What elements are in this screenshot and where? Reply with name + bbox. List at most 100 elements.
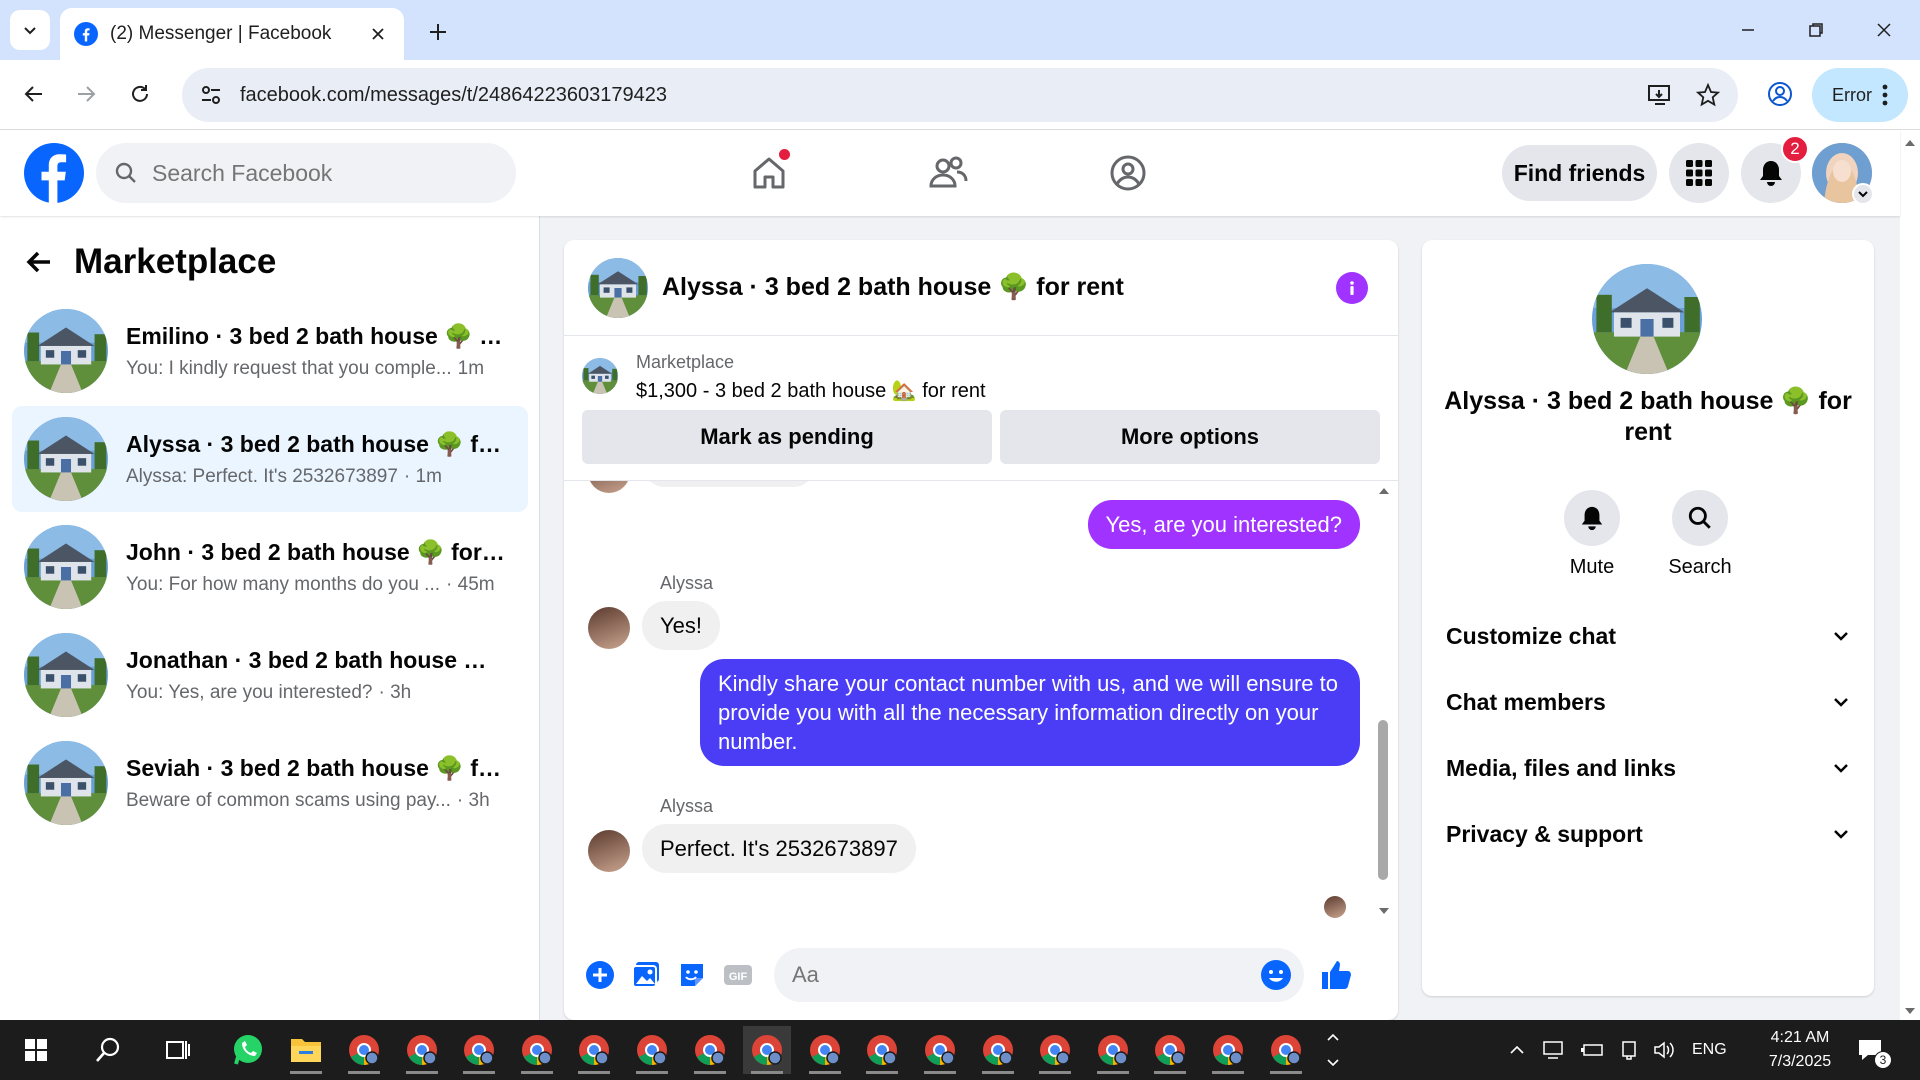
network-icon[interactable] xyxy=(1618,1020,1640,1080)
site-info-icon[interactable] xyxy=(196,80,226,110)
profile-button[interactable] xyxy=(1760,74,1800,114)
taskbar-chrome-window[interactable] xyxy=(743,1026,792,1074)
reload-button[interactable] xyxy=(120,74,160,114)
nav-home[interactable] xyxy=(709,143,829,203)
listing-description[interactable]: $1,300 - 3 bed 2 bath house 🏡 for rent xyxy=(636,378,986,403)
show-hidden-icons[interactable] xyxy=(1508,1020,1526,1080)
section-customize-chat[interactable]: Customize chat xyxy=(1446,610,1850,662)
thumbs-up-icon[interactable] xyxy=(1316,955,1356,995)
taskbar-chrome-window[interactable] xyxy=(916,1026,964,1074)
listing-thumbnail[interactable] xyxy=(582,358,618,394)
listing-avatar xyxy=(24,417,108,501)
taskbar-chrome-window[interactable] xyxy=(1146,1026,1194,1074)
volume-icon[interactable] xyxy=(1652,1020,1676,1080)
restore-button[interactable] xyxy=(1786,10,1846,50)
conversation-item-alyssa[interactable]: Alyssa · 3 bed 2 bath house 🌳 for ... Al… xyxy=(12,406,528,512)
install-app-icon[interactable] xyxy=(1642,77,1678,113)
nav-gaming[interactable] xyxy=(1068,143,1188,203)
taskbar-chrome-window[interactable] xyxy=(858,1026,906,1074)
plus-circle-icon[interactable] xyxy=(580,955,620,995)
action-center-button[interactable]: 3 xyxy=(1856,1020,1892,1080)
emoji-icon[interactable] xyxy=(1260,959,1292,991)
task-view-button[interactable] xyxy=(154,1026,202,1074)
tab-search-button[interactable] xyxy=(10,10,50,50)
conversation-item-jonathan[interactable]: Jonathan · 3 bed 2 bath house 🌳 ... You:… xyxy=(12,622,528,728)
back-arrow-icon[interactable] xyxy=(24,247,54,277)
nav-friends[interactable] xyxy=(888,143,1008,203)
taskbar-clock[interactable]: 4:21 AM 7/3/2025 xyxy=(1740,1026,1860,1074)
facebook-logo-icon[interactable] xyxy=(24,143,84,203)
conversation-preview: Beware of common scams using pay... xyxy=(126,789,451,811)
url-text[interactable]: facebook.com/messages/t/2486422360317942… xyxy=(240,84,1642,107)
marketplace-listing-banner: Marketplace $1,300 - 3 bed 2 bath house … xyxy=(564,336,1398,481)
forward-button[interactable] xyxy=(66,74,106,114)
sticker-icon[interactable] xyxy=(672,955,712,995)
running-indicator xyxy=(1212,1071,1244,1074)
taskbar-chrome-window[interactable] xyxy=(1031,1026,1079,1074)
facebook-search-input[interactable] xyxy=(152,159,492,187)
message-input-box[interactable] xyxy=(774,948,1304,1002)
close-window-button[interactable] xyxy=(1854,10,1914,50)
menu-button[interactable] xyxy=(1669,143,1729,203)
chat-header[interactable]: Alyssa · 3 bed 2 bath house 🌳 for rent xyxy=(564,240,1398,336)
bell-icon[interactable] xyxy=(1564,490,1620,546)
message-outgoing-2: Kindly share your contact number with us… xyxy=(700,659,1360,766)
taskbar-chrome-window[interactable] xyxy=(1262,1026,1310,1074)
chat-title[interactable]: Alyssa · 3 bed 2 bath house 🌳 for rent xyxy=(662,273,1124,302)
info-icon[interactable] xyxy=(1336,272,1368,304)
more-options-button[interactable]: More options xyxy=(1000,410,1380,464)
tray-device-icon[interactable] xyxy=(1542,1020,1568,1080)
taskbar-search-button[interactable] xyxy=(84,1026,132,1074)
taskbar-file-explorer[interactable] xyxy=(282,1026,330,1074)
star-bookmark-icon[interactable] xyxy=(1690,77,1726,113)
facebook-search[interactable] xyxy=(96,143,516,203)
taskbar-chrome-window[interactable] xyxy=(1204,1026,1252,1074)
message-input[interactable] xyxy=(792,962,1232,988)
search-icon[interactable] xyxy=(1672,490,1728,546)
conversation-preview: Alyssa: Perfect. It's 2532673897 xyxy=(126,465,398,487)
conversation-time: 1m xyxy=(457,357,485,379)
taskbar-whatsapp[interactable] xyxy=(224,1026,272,1074)
mute-action[interactable]: Mute xyxy=(1552,490,1632,579)
address-bar[interactable]: facebook.com/messages/t/2486422360317942… xyxy=(182,68,1738,122)
gif-icon[interactable]: GIF xyxy=(718,955,758,995)
minimize-button[interactable] xyxy=(1718,10,1778,50)
search-action[interactable]: Search xyxy=(1660,490,1740,579)
profile-error-button[interactable]: Error xyxy=(1812,68,1908,122)
taskbar-chrome-window[interactable] xyxy=(1089,1026,1137,1074)
chat-scrollbar-thumb[interactable] xyxy=(1378,720,1388,880)
chat-avatar[interactable] xyxy=(588,258,648,318)
taskbar-chrome-window[interactable] xyxy=(570,1026,618,1074)
section-label: Customize chat xyxy=(1446,622,1616,649)
new-tab-button[interactable] xyxy=(420,14,456,50)
notifications-button[interactable]: 2 xyxy=(1741,135,1809,203)
back-button[interactable] xyxy=(14,74,54,114)
close-tab-icon[interactable] xyxy=(366,22,390,46)
contact-avatar[interactable] xyxy=(1592,264,1702,374)
section-privacy-support[interactable]: Privacy & support xyxy=(1446,808,1850,860)
account-chevron-icon[interactable] xyxy=(1852,183,1874,205)
taskbar-chrome-window[interactable] xyxy=(686,1026,734,1074)
page-scrollbar[interactable] xyxy=(1900,130,1920,1020)
conversation-item-john[interactable]: John · 3 bed 2 bath house 🌳 for r... You… xyxy=(12,514,528,620)
find-friends-button[interactable]: Find friends xyxy=(1502,145,1657,201)
section-media-files-links[interactable]: Media, files and links xyxy=(1446,742,1850,794)
taskbar-chrome-window[interactable] xyxy=(974,1026,1022,1074)
battery-icon[interactable] xyxy=(1580,1020,1606,1080)
browser-tab-messenger[interactable]: (2) Messenger | Facebook xyxy=(60,8,404,60)
conversation-item-emilino[interactable]: Emilino · 3 bed 2 bath house 🌳 fo... You… xyxy=(12,298,528,404)
section-chat-members[interactable]: Chat members xyxy=(1446,676,1850,728)
start-button[interactable] xyxy=(12,1026,60,1074)
taskbar-chrome-window[interactable] xyxy=(340,1026,388,1074)
photo-icon[interactable] xyxy=(626,955,666,995)
mark-as-pending-button[interactable]: Mark as pending xyxy=(582,410,992,464)
taskbar-scroll[interactable] xyxy=(1326,1020,1340,1080)
taskbar-chrome-window[interactable] xyxy=(398,1026,446,1074)
taskbar-chrome-window[interactable] xyxy=(513,1026,561,1074)
taskbar-chrome-window[interactable] xyxy=(628,1026,676,1074)
folder-icon xyxy=(289,1035,323,1065)
taskbar-chrome-window[interactable] xyxy=(801,1026,849,1074)
taskbar-chrome-window[interactable] xyxy=(455,1026,503,1074)
language-indicator[interactable]: ENG xyxy=(1692,1020,1727,1080)
conversation-item-seviah[interactable]: Seviah · 3 bed 2 bath house 🌳 for... Bew… xyxy=(12,730,528,836)
